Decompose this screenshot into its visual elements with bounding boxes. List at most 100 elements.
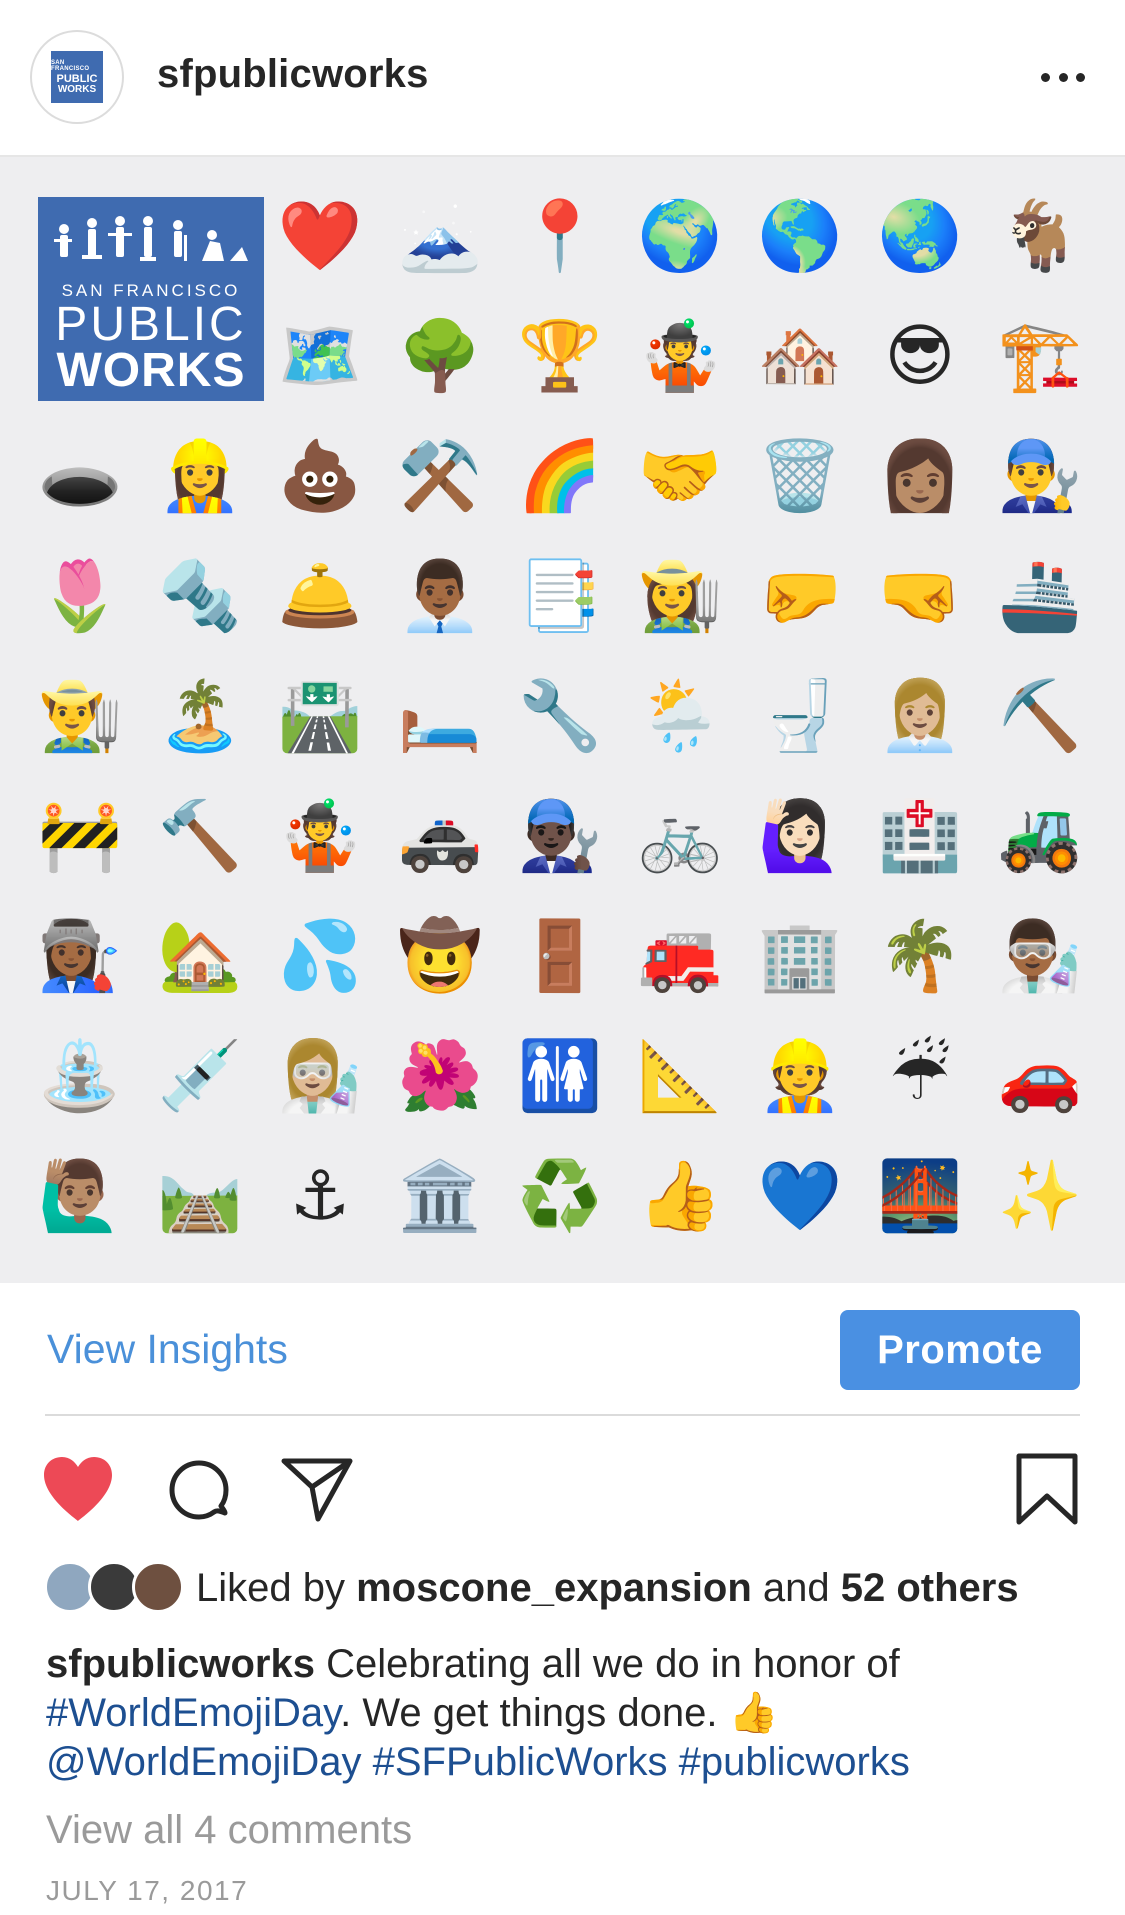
more-options-icon[interactable] [1041, 70, 1085, 84]
emoji-glyph: 👨🏿‍🔧 [517, 797, 603, 876]
view-insights-link[interactable]: View Insights [47, 1326, 288, 1373]
emoji-glyph: 🏥 [877, 797, 963, 876]
emoji-glyph: ⚓ [289, 1157, 351, 1236]
emoji-glyph: 🔨 [157, 797, 243, 876]
emoji-glyph: ⚒️ [397, 437, 483, 516]
bookmark-icon[interactable] [1015, 1452, 1079, 1531]
emoji-glyph: 💙 [757, 1157, 843, 1236]
emoji-glyph: 🔧 [517, 677, 603, 756]
emoji-glyph: 🗻 [397, 197, 483, 276]
profile-avatar[interactable]: SAN FRANCISCO PUBLIC WORKS [30, 30, 124, 124]
likes-row: Liked by moscone_expansion and 52 others [44, 1560, 1019, 1616]
post-caption: sfpublicworks Celebrating all we do in h… [46, 1640, 1086, 1787]
emoji-glyph: ❤️ [277, 197, 363, 276]
emoji-glyph: ⛲ [37, 1037, 123, 1116]
promote-button[interactable]: Promote [840, 1310, 1080, 1390]
emoji-glyph: 📍 [517, 197, 603, 276]
emoji-glyph: 🏡 [157, 917, 243, 996]
divider [45, 1414, 1080, 1416]
hashtag-link[interactable]: #WorldEmojiDay [46, 1691, 340, 1735]
emoji-glyph: 🏛️ [397, 1157, 483, 1236]
emoji-glyph: 🌈 [517, 437, 603, 516]
comment-icon[interactable] [163, 1455, 235, 1532]
emoji-glyph: 🚧 [37, 797, 123, 876]
emoji-glyph: 🚻 [517, 1037, 603, 1116]
emoji-glyph: 🌺 [397, 1037, 483, 1116]
emoji-glyph: 👷‍♀️ [157, 437, 243, 516]
likes-count[interactable]: 52 others [841, 1566, 1019, 1610]
emoji-glyph: 🌴 [877, 917, 963, 996]
post-header: SAN FRANCISCO PUBLIC WORKS sfpublicworks [0, 0, 1125, 157]
emoji-glyph: 🤠 [397, 917, 483, 996]
heart-icon[interactable] [40, 1455, 116, 1528]
liker-username[interactable]: moscone_expansion [356, 1566, 752, 1610]
hashtag-link[interactable]: #publicworks [679, 1740, 910, 1784]
emoji-glyph: 🛣️ [277, 677, 363, 756]
emoji-glyph: 🤛 [757, 557, 843, 636]
logo-line2: PUBLIC [55, 298, 247, 351]
emoji-glyph: 💩 [277, 437, 363, 516]
thumbs-up-icon: 👍 [728, 1691, 779, 1735]
caption-username[interactable]: sfpublicworks [46, 1642, 315, 1686]
post-date: JULY 17, 2017 [46, 1875, 249, 1906]
emoji-glyph: ⛏️ [997, 677, 1083, 756]
emoji-glyph: 🏗️ [997, 317, 1083, 396]
likes-summary[interactable]: Liked by moscone_expansion and 52 others [196, 1566, 1019, 1611]
emoji-glyph: 🚓 [397, 797, 483, 876]
emoji-glyph: 👩🏾‍🏭 [37, 917, 123, 996]
emoji-glyph: 🌎 [757, 197, 843, 276]
emoji-glyph: 🚪 [517, 917, 603, 996]
sf-public-works-logo: SAN FRANCISCO PUBLIC WORKS [38, 197, 264, 401]
emoji-glyph: 🗺️ [277, 317, 363, 396]
paper-plane-icon[interactable] [280, 1455, 354, 1528]
emoji-glyph: 🔩 [157, 557, 243, 636]
avatar-logo-line3: WORKS [57, 83, 97, 95]
emoji-glyph: 🌏 [877, 197, 963, 276]
post-image[interactable]: SAN FRANCISCO PUBLIC WORKS ❤️ 🗻 📍 🌍 🌎 🌏 🐐 🗺️ 🌳 🏆 🤹… [0, 157, 1125, 1283]
post-username[interactable]: sfpublicworks [157, 52, 429, 97]
emoji-glyph: 🏢 [757, 917, 843, 996]
view-comments-link[interactable]: View all 4 comments [46, 1808, 412, 1853]
emoji-glyph: 👍 [637, 1157, 723, 1236]
emoji-glyph: 🏘️ [757, 317, 843, 396]
emoji-glyph: 👩‍🌾 [637, 557, 723, 636]
emoji-glyph: 👨🏾‍🔬 [997, 917, 1083, 996]
avatar-logo-line2: PUBLIC [56, 72, 98, 85]
emoji-glyph: 🙋🏻‍♀️ [757, 797, 843, 876]
emoji-glyph: 📐 [637, 1037, 723, 1116]
logo-line3: WORKS [56, 344, 246, 397]
emoji-glyph: 💦 [277, 917, 363, 996]
emoji-glyph: 🚗 [997, 1037, 1083, 1116]
emoji-glyph: 🚢 [997, 557, 1083, 636]
hashtag-link[interactable]: #SFPublicWorks [373, 1740, 668, 1784]
emoji-glyph: 🚲 [637, 797, 723, 876]
emoji-glyph: 👨‍🔧 [997, 437, 1083, 516]
emoji-glyph: ♻️ [517, 1157, 603, 1236]
liker-avatars[interactable] [44, 1561, 184, 1615]
emoji-glyph: 🛎️ [277, 557, 363, 636]
emoji-glyph: 👩🏽 [877, 437, 963, 516]
emoji-glyph: 🌷 [37, 557, 123, 636]
emoji-glyph: 🌳 [397, 317, 483, 396]
likes-middle: and [751, 1565, 841, 1610]
emoji-glyph: 🤜 [877, 557, 963, 636]
emoji-glyph: 🏝️ [157, 677, 243, 756]
likes-prefix: Liked by [196, 1565, 357, 1610]
mention-link[interactable]: @WorldEmojiDay [46, 1740, 362, 1784]
caption-text: . We get things done. [340, 1691, 729, 1735]
emoji-glyph: 🚒 [637, 917, 723, 996]
emoji-glyph: 👩🏼‍💼 [877, 677, 963, 756]
emoji-glyph: ✨ [997, 1157, 1083, 1236]
emoji-glyph: 🐐 [997, 197, 1083, 276]
avatar-logo: SAN FRANCISCO PUBLIC WORKS [51, 51, 103, 103]
emoji-glyph: 👷 [757, 1037, 843, 1116]
emoji-glyph: 👨🏾‍💼 [397, 557, 483, 636]
emoji-glyph: 🏆 [517, 317, 603, 396]
emoji-glyph: 🚽 [757, 677, 843, 756]
caption-text: Celebrating all we do in honor of [314, 1642, 900, 1686]
emoji-glyph: 🤝 [637, 437, 723, 516]
emoji-glyph: 🤹 [277, 797, 363, 876]
emoji-glyph: 🌉 [877, 1157, 963, 1236]
emoji-glyph: 🕳️ [37, 437, 123, 516]
workers-silhouette-icon [54, 216, 248, 261]
